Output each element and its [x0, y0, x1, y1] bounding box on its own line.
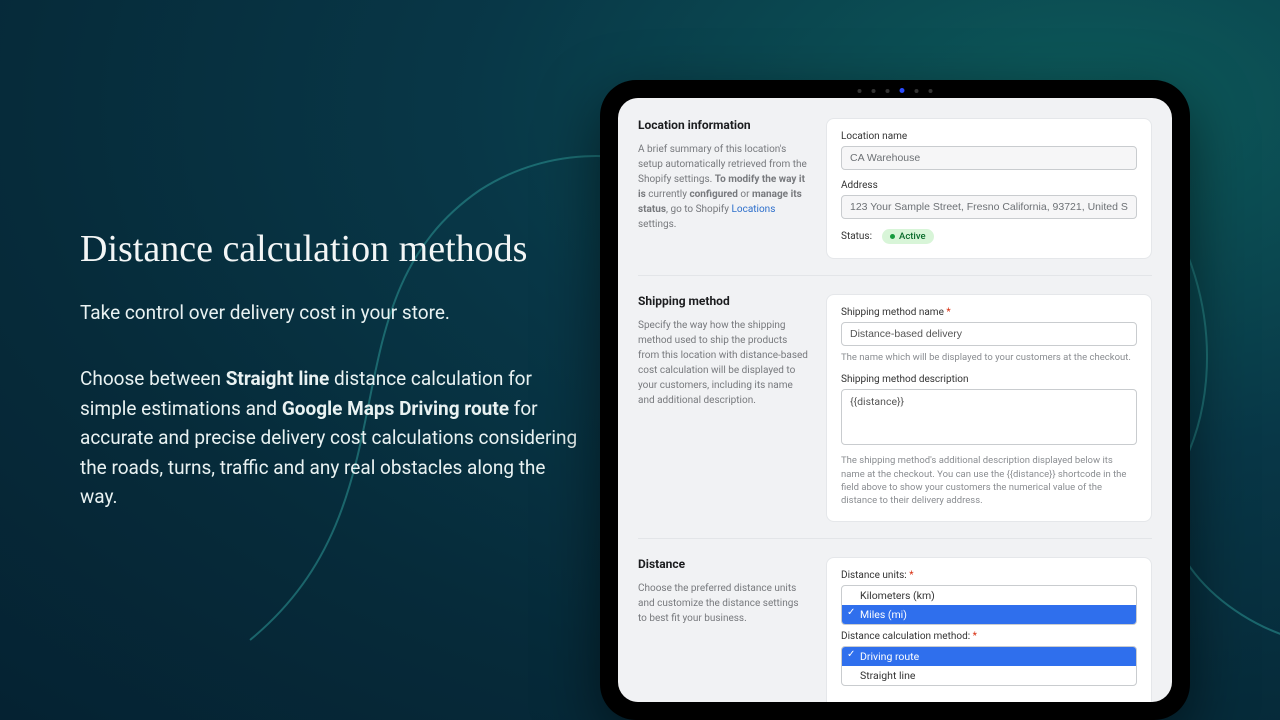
section-location-info: Location information A brief summary of …	[638, 118, 1152, 276]
shipping-name-input[interactable]	[841, 322, 1137, 346]
distance-desc: Choose the preferred distance units and …	[638, 581, 808, 626]
tablet-frame: Location information A brief summary of …	[600, 80, 1190, 720]
location-info-desc: A brief summary of this location's setup…	[638, 142, 808, 232]
method-option-driving-route[interactable]: Driving route	[842, 647, 1136, 666]
location-name-input	[841, 146, 1137, 170]
shipping-method-desc: Specify the way how the shipping method …	[638, 318, 808, 408]
address-label: Address	[841, 180, 1137, 191]
marketing-body: Choose between Straight line distance ca…	[80, 364, 580, 511]
shipping-name-help: The name which will be displayed to your…	[841, 351, 1137, 364]
distance-units-select[interactable]: Kilometers (km) Miles (mi)	[841, 585, 1137, 625]
calc-method-select[interactable]: Driving route Straight line	[841, 646, 1137, 686]
marketing-subtitle: Take control over delivery cost in your …	[80, 300, 580, 327]
method-option-straight-line[interactable]: Straight line	[842, 666, 1136, 685]
marketing-title: Distance calculation methods	[80, 228, 580, 272]
section-distance: Distance Choose the preferred distance u…	[638, 557, 1152, 702]
calc-method-label: Distance calculation method: *	[841, 631, 1137, 642]
section-shipping-method: Shipping method Specify the way how the …	[638, 294, 1152, 539]
status-badge: Active	[882, 229, 934, 244]
tablet-notch	[858, 88, 933, 93]
locations-link[interactable]: Locations	[732, 204, 776, 215]
address-input	[841, 195, 1137, 219]
location-name-label: Location name	[841, 131, 1137, 142]
shipping-desc-help: The shipping method's additional descrip…	[841, 454, 1137, 507]
distance-units-label: Distance units: *	[841, 570, 1137, 581]
units-option-km[interactable]: Kilometers (km)	[842, 586, 1136, 605]
shipping-method-title: Shipping method	[638, 294, 808, 308]
units-option-mi[interactable]: Miles (mi)	[842, 605, 1136, 624]
shipping-desc-label: Shipping method description	[841, 374, 1137, 385]
app-screen: Location information A brief summary of …	[618, 98, 1172, 702]
status-label: Status:	[841, 231, 872, 242]
shipping-desc-input[interactable]	[841, 389, 1137, 445]
marketing-copy: Distance calculation methods Take contro…	[80, 228, 580, 511]
distance-title: Distance	[638, 557, 808, 571]
shipping-name-label: Shipping method name *	[841, 307, 1137, 318]
location-info-title: Location information	[638, 118, 808, 132]
